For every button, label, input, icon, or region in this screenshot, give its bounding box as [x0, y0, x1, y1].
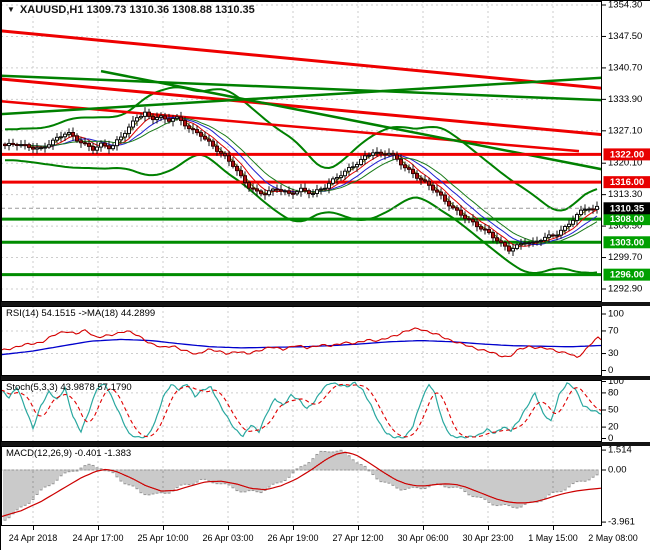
price-axis-label: 1313.30	[608, 189, 642, 200]
chart-title-text: XAUUSD,H1 1309.73 1310.36 1308.88 1310.3…	[20, 4, 255, 16]
price-axis-label: 1340.70	[608, 62, 642, 73]
time-axis-label: 1 May 15:00	[528, 533, 578, 543]
chart-title: ▼ XAUUSD,H1 1309.73 1310.36 1308.88 1310.…	[7, 4, 255, 16]
time-axis-label: 30 Apr 23:00	[462, 533, 513, 543]
time-axis-label: 26 Apr 03:00	[202, 533, 253, 543]
time-axis-label: 27 Apr 12:00	[332, 533, 383, 543]
indicator-axis-label: 0.00	[608, 465, 627, 476]
price-level-badge-text: 1310.35	[610, 203, 645, 214]
price-level-badge-text: 1322.00	[610, 149, 644, 160]
indicator-axis-label: 20	[608, 422, 619, 433]
indicator-axis-label: 0	[608, 433, 613, 442]
time-axis-tick	[293, 526, 294, 530]
time-axis-tick	[98, 526, 99, 530]
price-level-badge-text: 1296.00	[610, 270, 644, 281]
price-level-badge-text: 1316.00	[610, 177, 644, 188]
price-axis-label: 1299.70	[608, 252, 642, 263]
rsi-indicator-label: RSI(14) 54.1515 ->MA(18) 44.2899	[6, 308, 155, 319]
indicator-axis-label: 0	[608, 365, 613, 376]
rsi-panel[interactable]: RSI(14) 54.1515 ->MA(18) 44.2899 100 70 30…	[1, 306, 650, 376]
indicator-axis-label: 30	[608, 348, 619, 359]
time-axis-label: 2 May 08:00	[588, 533, 638, 543]
time-axis-tick	[33, 526, 34, 530]
indicator-axis-label: 70	[608, 325, 619, 336]
indicator-axis-label: 100	[608, 309, 624, 320]
time-axis-tick	[553, 526, 554, 530]
indicator-axis-label: 80	[608, 387, 619, 398]
indicator-axis-label: 50	[608, 405, 619, 416]
time-axis-label: 24 Apr 17:00	[72, 533, 123, 543]
price-axis-label: 1354.30	[608, 1, 642, 11]
time-axis[interactable]: 24 Apr 2018 24 Apr 17:00 25 Apr 10:00 26 Ap…	[1, 526, 650, 551]
time-axis-tick	[423, 526, 424, 530]
trading-chart-window: ▼ XAUUSD,H1 1309.73 1310.36 1308.88 1310.…	[0, 0, 650, 550]
time-axis-tick	[358, 526, 359, 530]
symbol-dropdown-icon[interactable]: ▼	[7, 5, 15, 14]
time-axis-label: 24 Apr 2018	[9, 533, 58, 543]
time-axis-label: 25 Apr 10:00	[137, 533, 188, 543]
indicator-axis-label: 100	[608, 380, 624, 387]
time-axis-label: 30 Apr 06:00	[397, 533, 448, 543]
price-axis-label: 1327.10	[608, 125, 642, 136]
macd-indicator-label: MACD(12,26,9) -0.401 -1.383	[6, 448, 131, 459]
price-level-badge-text: 1303.00	[610, 237, 644, 248]
price-axis-label: 1333.90	[608, 94, 642, 105]
indicator-axis-label: -3.961	[608, 517, 635, 526]
main-chart-canvas: 1354.301347.501340.701333.901327.101320.…	[1, 1, 650, 302]
stoch-indicator-label: Stoch(5,3,3) 43.9878 57.1790	[6, 382, 132, 393]
price-level-badge-text: 1308.00	[610, 214, 644, 225]
indicator-axis-label: 1.514	[608, 446, 632, 456]
price-axis-label: 1292.90	[608, 284, 642, 295]
stochastic-panel[interactable]: Stoch(5,3,3) 43.9878 57.1790 10080 50 200	[1, 380, 650, 442]
macd-panel[interactable]: MACD(12,26,9) -0.401 -1.383 1.514 0.00 -3.…	[1, 446, 650, 526]
time-axis-tick	[488, 526, 489, 530]
price-axis-label: 1347.50	[608, 31, 642, 42]
time-axis-label: 26 Apr 19:00	[267, 533, 318, 543]
time-axis-tick	[163, 526, 164, 530]
main-chart-panel[interactable]: ▼ XAUUSD,H1 1309.73 1310.36 1308.88 1310.…	[1, 1, 650, 302]
time-axis-tick	[228, 526, 229, 530]
